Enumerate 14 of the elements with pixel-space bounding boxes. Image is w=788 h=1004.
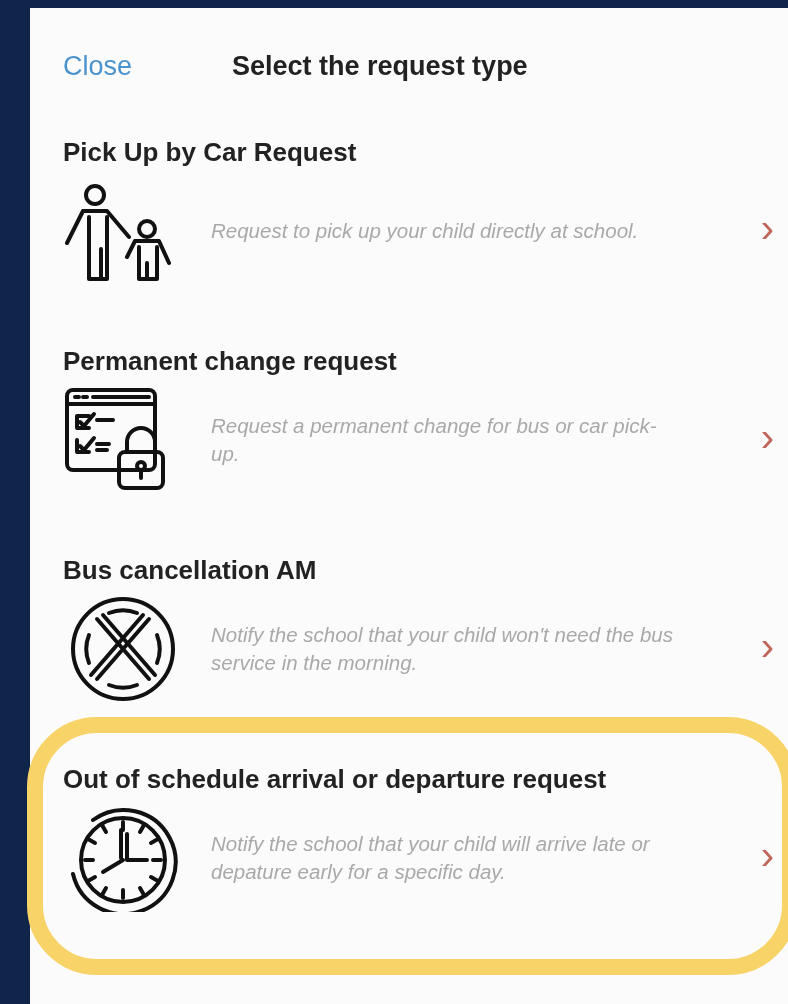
- screen-title: Select the request type: [232, 50, 528, 83]
- request-type-title: Pick Up by Car Request: [63, 135, 357, 169]
- request-type-description: Request to pick up your child directly at school.: [211, 217, 640, 244]
- chevron-button[interactable]: ›: [760, 834, 774, 881]
- request-type-title: Bus cancellation AM: [63, 553, 317, 587]
- request-type-description: Notify the school that your child won't need the bus service in the morning.: [211, 621, 675, 676]
- request-type-description: Request a permanent change for bus or car pick-up.: [211, 412, 658, 467]
- close-button[interactable]: Close: [63, 46, 133, 87]
- request-type-title: Permanent change request: [63, 344, 397, 378]
- chevron-button[interactable]: ›: [760, 416, 774, 463]
- request-type-title: Out of schedule arrival or departure request: [63, 762, 607, 796]
- chevron-button[interactable]: ›: [760, 625, 774, 672]
- request-type-description: Notify the school that your child will arrive late or depature early for a specific day.: [211, 830, 651, 885]
- chevron-button[interactable]: ›: [760, 207, 774, 254]
